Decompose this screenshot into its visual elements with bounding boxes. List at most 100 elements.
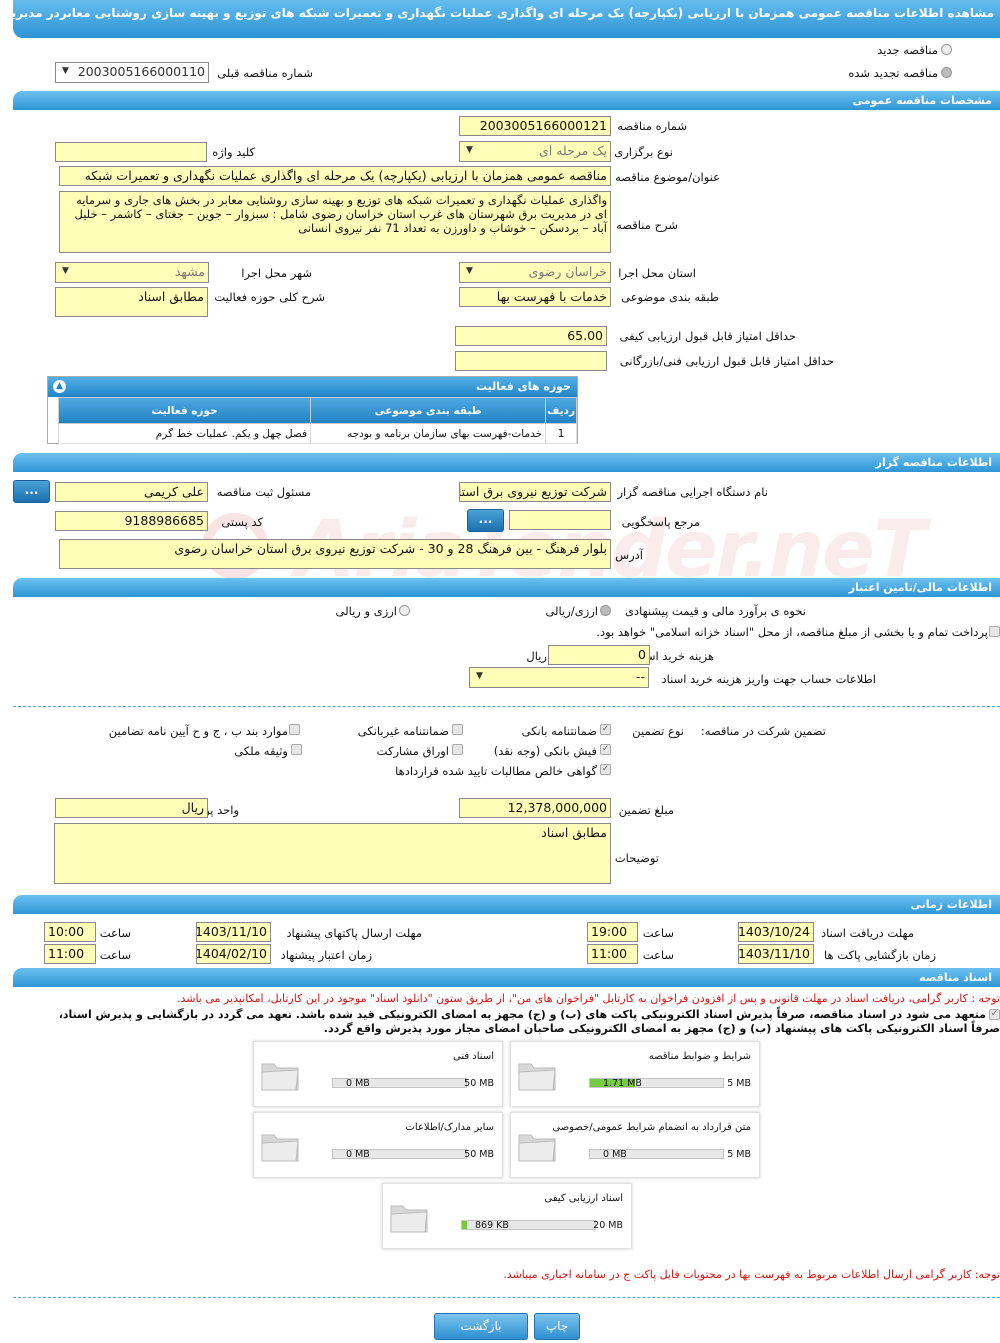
time-label: ساعت	[99, 926, 131, 940]
receive-docs-label: مهلت دریافت اسناد	[821, 926, 914, 940]
account-label: اطلاعات حساب جهت واریز هزینه خرید اسناد	[661, 672, 876, 686]
section-documents-header: اسناد مناقصه	[13, 968, 1000, 987]
ref-lookup-button[interactable]: ...	[467, 509, 504, 532]
renewed-tender-radio[interactable]	[941, 67, 952, 78]
registrar-lookup-button[interactable]: ...	[13, 480, 50, 503]
documents-note: توجه : کاربر گرامی، دریافت اسناد در مهلت…	[176, 992, 1000, 1005]
city-label: شهر محل اجرا	[241, 266, 312, 280]
estimate-option-2-radio[interactable]	[399, 605, 410, 616]
time-label: ساعت	[642, 948, 674, 962]
document-file-box[interactable]: متن قرارداد به انضمام شرایط عمومی/خصوصی 0…	[510, 1112, 760, 1178]
new-tender-radio[interactable]	[941, 44, 952, 55]
estimate-option-1-label: ارزی/ریالی	[545, 604, 598, 618]
min-tech-field[interactable]	[455, 351, 607, 371]
doc-fee-unit: ریال	[526, 649, 547, 663]
tender-number-label: شماره مناقصه	[617, 119, 687, 133]
guarantee-option-label: ضمانتنامه غیربانکی	[357, 724, 449, 738]
chevron-down-icon: ▼	[476, 671, 483, 681]
org-field[interactable]: شرکت توزیع نیروی برق استان خراسان رضوی	[459, 482, 611, 502]
activity-table: ردیف طبقه بندی موضوعی حوزه فعالیت 1 خدما…	[57, 397, 577, 444]
folder-icon	[390, 1205, 428, 1233]
registrar-field[interactable]: علی کریمی	[55, 482, 208, 502]
estimate-label: نحوه ی برآورد مالی و قیمت پیشنهادی	[624, 604, 806, 618]
tender-number-field[interactable]: 2003005166000121	[459, 116, 611, 136]
document-file-box[interactable]: اسناد ارزیابی کیفی 869 KB 20 MB	[382, 1183, 632, 1249]
currency-field[interactable]: ریال	[55, 798, 208, 818]
commitment-checkbox[interactable]: ✓	[989, 1009, 1000, 1020]
postal-field[interactable]: 9188986685	[55, 511, 208, 531]
file-size: 1.71 MB	[603, 1078, 642, 1089]
print-button[interactable]: چاپ	[534, 1313, 580, 1340]
divider	[13, 706, 1000, 707]
guarantee-option-checkbox[interactable]	[452, 724, 463, 735]
min-quality-label: حداقل امتیاز قابل قبول ارزیابی کیفی	[619, 329, 797, 343]
divider	[13, 1297, 1000, 1298]
validity-date[interactable]: 1404/02/10	[196, 944, 271, 964]
description-field[interactable]: واگذاری عملیات نگهداری و تعمیرات شبکه ها…	[59, 191, 611, 253]
city-select[interactable]: مشهد ▼	[55, 262, 209, 283]
treasury-text: پرداخت تمام و یا بخشی از مبلغ مناقصه، از…	[596, 625, 988, 639]
file-size: 869 KB	[475, 1220, 509, 1231]
new-tender-label: مناقصه جدید	[877, 43, 938, 57]
guarantee-amount-field[interactable]: 12,378,000,000	[459, 798, 611, 818]
send-offers-date[interactable]: 1403/11/10	[196, 922, 271, 942]
document-file-box[interactable]: شرایط و ضوابط مناقصه 1.71 MB 5 MB	[510, 1041, 760, 1107]
file-max-size: 5 MB	[727, 1149, 751, 1160]
time-label: ساعت	[642, 926, 674, 940]
file-size: 0 MB	[346, 1078, 370, 1089]
opening-date[interactable]: 1403/11/10	[738, 944, 814, 964]
category-label: طبقه بندی موضوعی	[621, 290, 719, 304]
min-quality-field[interactable]: 65.00	[455, 326, 607, 346]
description-label: شرح مناقصه	[616, 218, 678, 232]
receive-docs-date[interactable]: 1403/10/24	[738, 922, 814, 942]
send-offers-time[interactable]: 10:00	[44, 922, 96, 942]
subject-field[interactable]: مناقصه عمومی همزمان با ارزیابی (یکپارچه)…	[59, 166, 611, 186]
activity-table-title: حوزه های فعالیت	[476, 380, 571, 393]
notes-field[interactable]: مطابق اسناد	[54, 823, 611, 884]
guarantee-amount-label: مبلغ تضمین	[618, 803, 674, 817]
ref-label: مرجع پاسخگویی	[621, 515, 700, 529]
opening-label: زمان بازگشایی پاکت ها	[824, 948, 936, 962]
documents-note-2: توجه: کاربر گرامی ارسال اطلاعات مربوط به…	[503, 1268, 1000, 1281]
file-name: شرایط و ضوابط مناقصه	[648, 1051, 751, 1062]
guarantee-option-checkbox[interactable]	[452, 744, 463, 755]
guarantee-option-label: فیش بانکی (وجه نقد)	[493, 744, 597, 758]
file-max-size: 5 MB	[727, 1078, 751, 1089]
doc-fee-field[interactable]: 0	[548, 645, 650, 665]
treasury-checkbox[interactable]	[989, 626, 1000, 637]
document-file-box[interactable]: سایر مدارک/اطلاعات 0 MB 50 MB	[253, 1112, 503, 1178]
section-tenderer-header: اطلاعات مناقصه گزار	[13, 453, 1000, 472]
back-button[interactable]: بازگشت	[434, 1313, 528, 1340]
holding-type-select[interactable]: یک مرحله ای ▼	[459, 141, 611, 162]
activity-table-panel: حوزه های فعالیت ▲ ردیف طبقه بندی موضوعی …	[47, 376, 578, 444]
holding-type-value: یک مرحله ای	[538, 143, 607, 158]
category-field[interactable]: خدمات با فهرست بها	[459, 287, 611, 307]
section-timing-header: اطلاعات زمانی	[13, 895, 1000, 914]
table-cell: خدمات-فهرست بهای سازمان برنامه و بودجه	[310, 423, 547, 444]
guarantee-option-checkbox[interactable]: ✓	[600, 724, 611, 735]
document-file-box[interactable]: اسناد فنی 0 MB 50 MB	[253, 1041, 503, 1107]
upload-progress-fill	[462, 1221, 468, 1229]
guarantee-option-checkbox[interactable]: ✓	[600, 744, 611, 755]
file-name: متن قرارداد به انضمام شرایط عمومی/خصوصی	[552, 1122, 751, 1133]
ref-field[interactable]	[509, 510, 611, 530]
collapse-icon[interactable]: ▲	[53, 380, 66, 393]
validity-time[interactable]: 11:00	[44, 944, 96, 964]
prev-number-select[interactable]: 2003005166000110 ▼	[55, 62, 209, 83]
guarantee-option-checkbox[interactable]: ✓	[600, 764, 611, 775]
guarantee-option-label: موارد بند ب ، ج و ح آیین نامه تضامین	[108, 724, 288, 738]
activity-desc-field[interactable]: مطابق اسناد	[55, 287, 208, 317]
province-select[interactable]: خراسان رضوی ▼	[459, 262, 611, 283]
opening-time[interactable]: 11:00	[587, 944, 638, 964]
address-field[interactable]: بلوار فرهنگ - بین فرهنگ 28 و 30 - شرکت ت…	[59, 539, 611, 569]
guarantee-option-label: ضمانتنامه بانکی	[521, 724, 597, 738]
keyword-field[interactable]	[55, 142, 207, 162]
guarantee-option-checkbox[interactable]	[289, 724, 300, 735]
estimate-option-1-radio[interactable]	[600, 605, 611, 616]
guarantee-option-checkbox[interactable]	[291, 744, 302, 755]
chevron-down-icon: ▼	[466, 266, 473, 276]
receive-docs-time[interactable]: 19:00	[587, 922, 638, 942]
col-header-row-num: ردیف	[545, 397, 577, 424]
account-value: --	[635, 669, 645, 684]
account-select[interactable]: -- ▼	[469, 667, 649, 688]
